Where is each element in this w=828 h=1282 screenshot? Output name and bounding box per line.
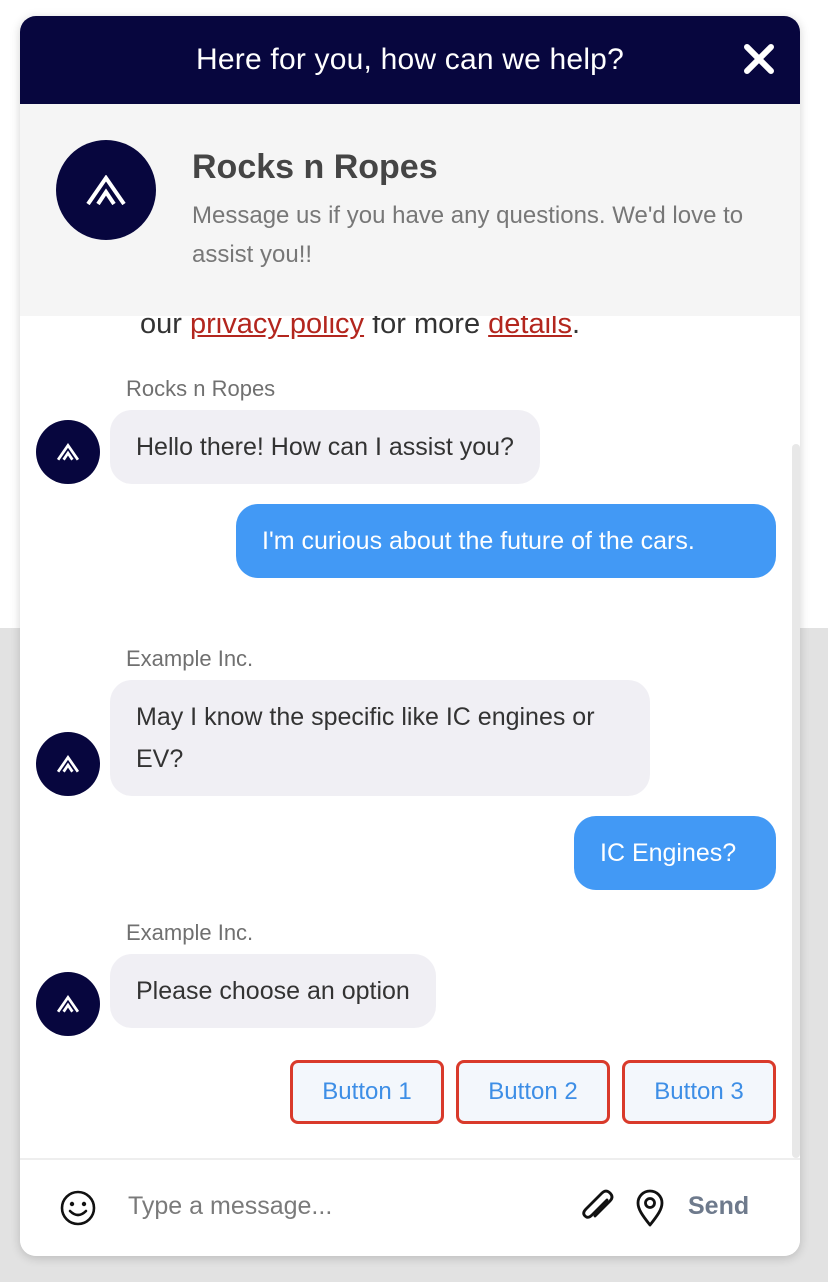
attach-button[interactable] bbox=[578, 1188, 618, 1228]
agent-avatar bbox=[36, 732, 100, 796]
details-link[interactable]: details bbox=[488, 316, 572, 340]
message-sender: Example Inc. bbox=[126, 920, 254, 945]
emoji-icon bbox=[60, 1190, 96, 1226]
location-pin-icon bbox=[636, 1189, 664, 1227]
option-button-2[interactable]: Button 2 bbox=[456, 1060, 610, 1124]
brand-logo-icon bbox=[86, 175, 126, 205]
chat-header-title: Here for you, how can we help? bbox=[196, 43, 624, 76]
privacy-prefix: our bbox=[140, 316, 190, 340]
brand-logo-icon bbox=[57, 995, 79, 1013]
privacy-middle: for more bbox=[364, 316, 489, 340]
chat-widget: Here for you, how can we help? Rocks n R… bbox=[20, 16, 800, 1256]
message-sender: Example Inc. bbox=[126, 646, 254, 671]
close-icon bbox=[744, 44, 774, 74]
message-sender: Rocks n Ropes bbox=[126, 376, 276, 401]
brand-avatar bbox=[56, 140, 156, 240]
message-composer: Send bbox=[20, 1158, 800, 1256]
brand-name: Rocks n Ropes bbox=[192, 148, 438, 186]
message-input[interactable] bbox=[128, 1182, 558, 1230]
brand-logo-icon bbox=[57, 443, 79, 461]
user-message-bubble: I'm curious about the future of the cars… bbox=[236, 504, 776, 578]
brand-header: Rocks n Ropes Message us if you have any… bbox=[20, 104, 800, 316]
privacy-policy-link[interactable]: privacy policy bbox=[190, 316, 364, 340]
agent-avatar bbox=[36, 972, 100, 1036]
send-button[interactable]: Send bbox=[688, 1192, 749, 1221]
emoji-button[interactable] bbox=[58, 1188, 98, 1228]
message-scrollbar[interactable] bbox=[792, 444, 800, 1158]
option-button-1[interactable]: Button 1 bbox=[290, 1060, 444, 1124]
chat-header-bar: Here for you, how can we help? bbox=[20, 16, 800, 104]
agent-message-bubble: Please choose an option bbox=[110, 954, 436, 1028]
paperclip-icon bbox=[582, 1189, 614, 1219]
option-button-3[interactable]: Button 3 bbox=[622, 1060, 776, 1124]
brand-logo-icon bbox=[57, 755, 79, 773]
user-message-bubble: IC Engines? bbox=[574, 816, 776, 890]
privacy-notice: our privacy policy for more details. bbox=[140, 316, 580, 341]
agent-message-bubble: May I know the specific like IC engines … bbox=[110, 680, 650, 796]
brand-description: Message us if you have any questions. We… bbox=[192, 202, 744, 268]
location-button[interactable] bbox=[632, 1188, 668, 1228]
agent-message-bubble: Hello there! How can I assist you? bbox=[110, 410, 540, 484]
message-list[interactable]: our privacy policy for more details. Roc… bbox=[20, 316, 800, 1158]
close-button[interactable] bbox=[740, 40, 778, 78]
agent-avatar bbox=[36, 420, 100, 484]
privacy-suffix: . bbox=[571, 316, 581, 340]
